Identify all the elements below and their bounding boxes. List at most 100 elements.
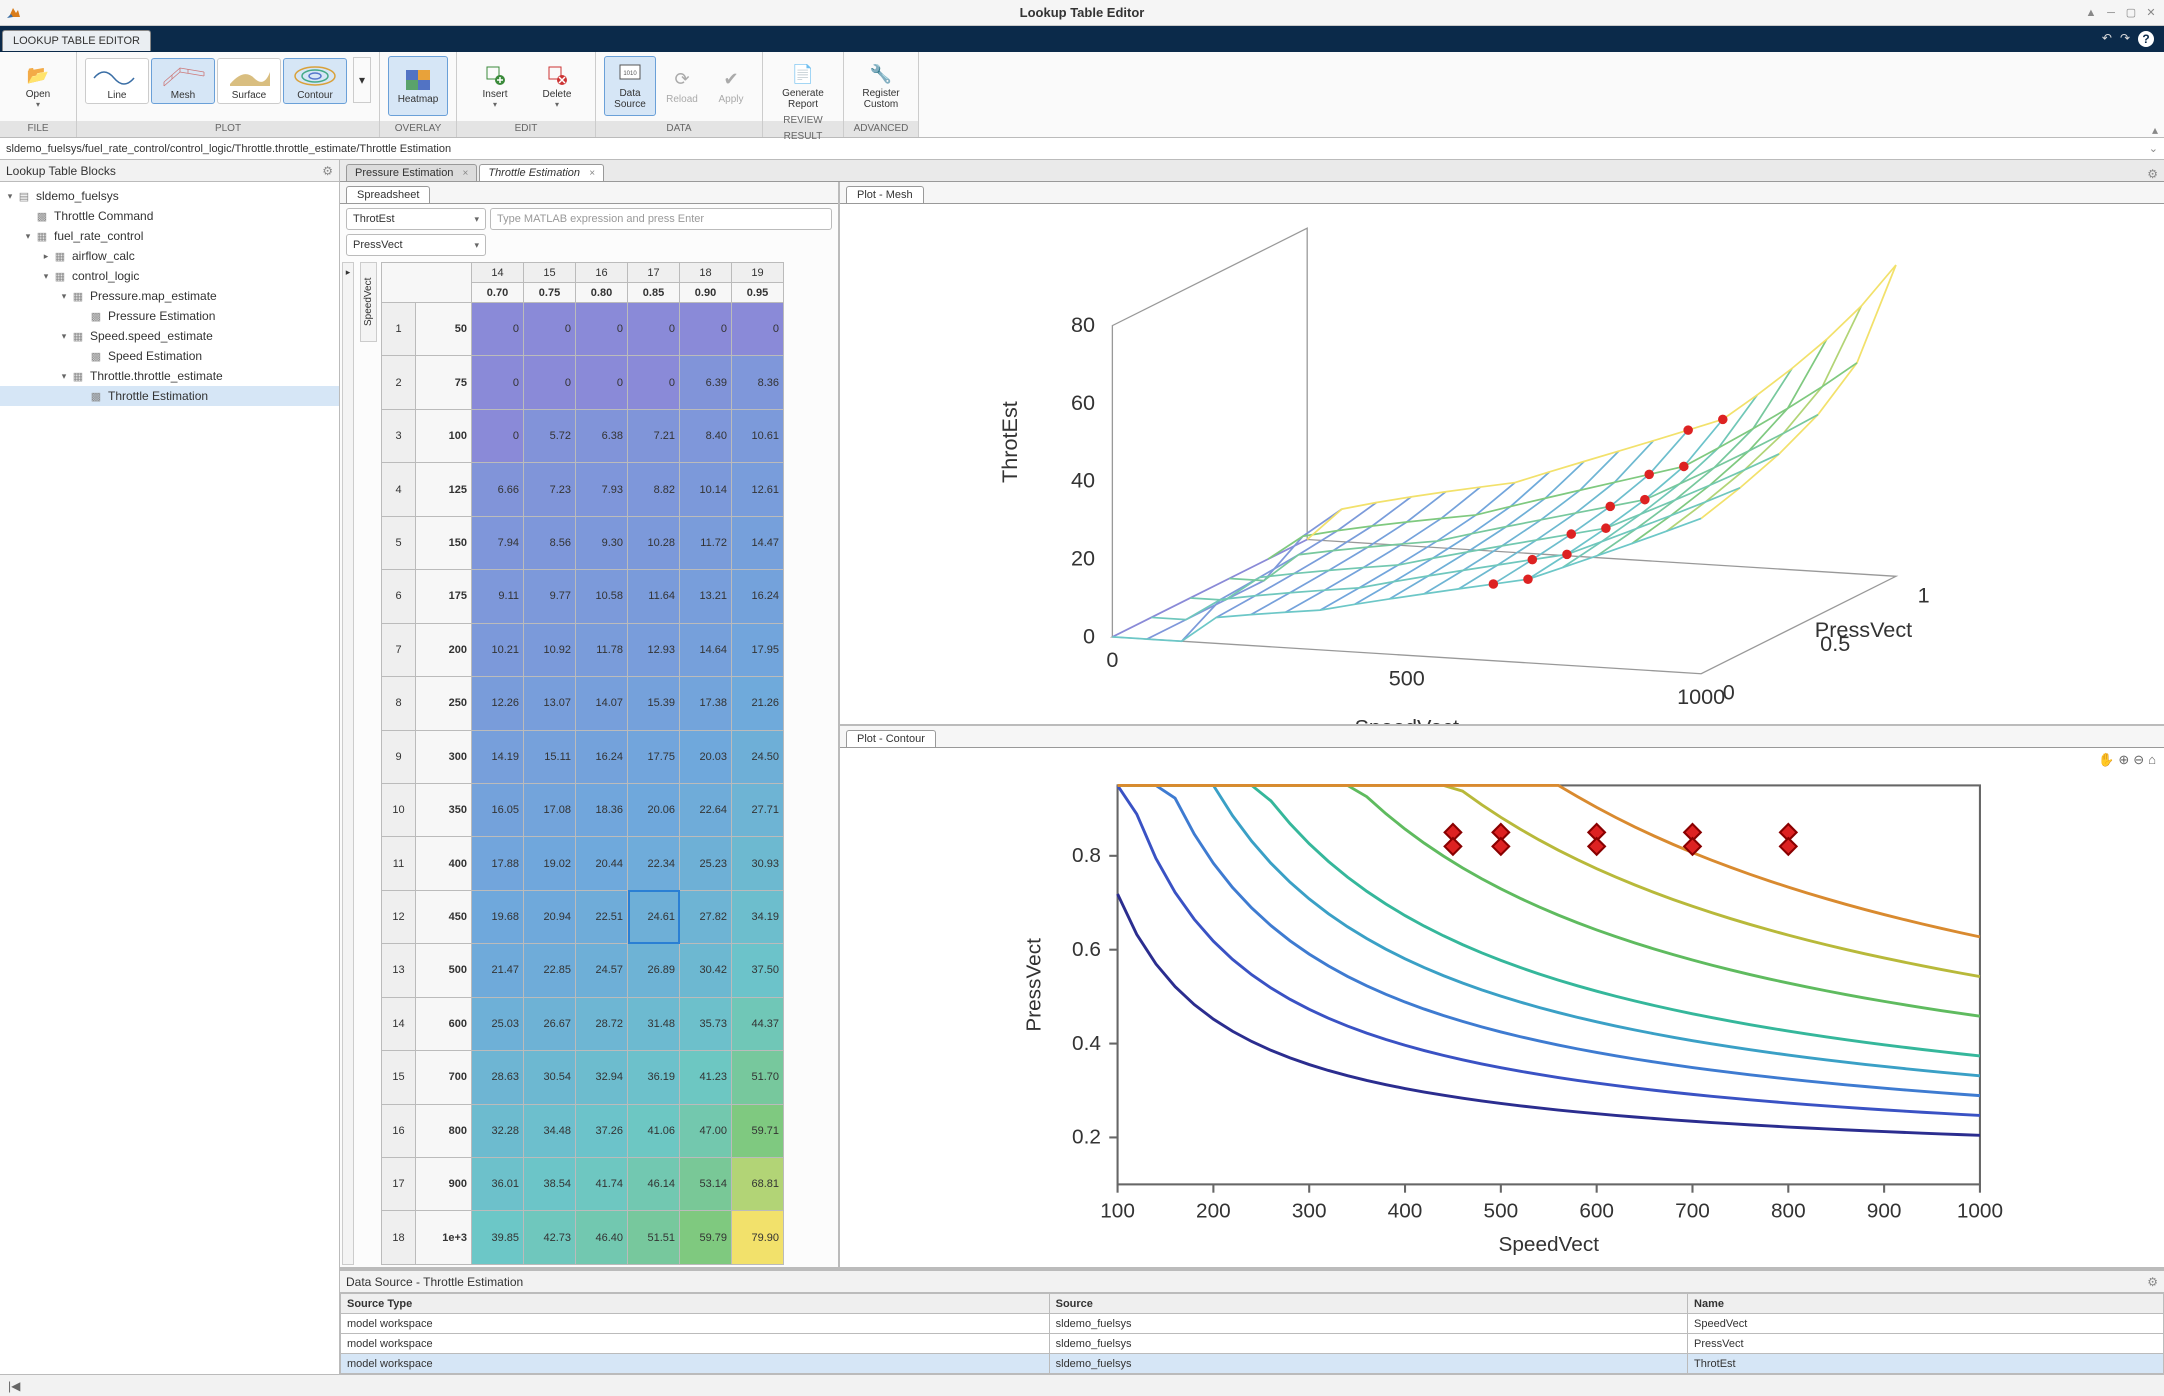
datasource-gear-icon[interactable]: ⚙: [2147, 1275, 2158, 1289]
spreadsheet-table[interactable]: 1415161718190.700.750.800.850.900.951500…: [381, 262, 784, 1265]
table-cell[interactable]: 14.07: [576, 677, 628, 730]
table-cell[interactable]: 19.68: [472, 890, 524, 943]
table-cell[interactable]: 21.47: [472, 944, 524, 997]
table-cell[interactable]: 26.89: [628, 944, 680, 997]
table-cell[interactable]: 28.63: [472, 1051, 524, 1104]
tree-item[interactable]: ▩Pressure Estimation: [0, 306, 339, 326]
table-cell[interactable]: 10.14: [680, 463, 732, 516]
statusbar-back-icon[interactable]: |◀: [8, 1379, 20, 1393]
table-cell[interactable]: 59.71: [732, 1104, 784, 1157]
redo-icon[interactable]: ↷: [2120, 31, 2130, 47]
table-cell[interactable]: 59.79: [680, 1211, 732, 1265]
twisty-icon[interactable]: ▾: [22, 231, 34, 242]
table-cell[interactable]: 34.19: [732, 890, 784, 943]
open-button[interactable]: 📂 Open ▾: [8, 56, 68, 116]
plot-mesh-button[interactable]: Mesh: [151, 58, 215, 104]
table-cell[interactable]: 17.95: [732, 623, 784, 676]
table-cell[interactable]: 10.21: [472, 623, 524, 676]
table-cell[interactable]: 0: [524, 356, 576, 409]
table-cell[interactable]: 25.03: [472, 997, 524, 1050]
table-cell[interactable]: 12.93: [628, 623, 680, 676]
tree-item[interactable]: ▾▦Speed.speed_estimate: [0, 326, 339, 346]
table-cell[interactable]: 47.00: [680, 1104, 732, 1157]
table-cell[interactable]: 16.05: [472, 783, 524, 836]
ribbon-tab-lookup[interactable]: LOOKUP TABLE EDITOR: [2, 30, 151, 51]
table-cell[interactable]: 0: [628, 303, 680, 356]
table-cell[interactable]: 35.73: [680, 997, 732, 1050]
table-cell[interactable]: 24.57: [576, 944, 628, 997]
table-cell[interactable]: 14.19: [472, 730, 524, 783]
zoom-out-icon[interactable]: ⊖: [2133, 752, 2144, 768]
model-path[interactable]: sldemo_fuelsys/fuel_rate_control/control…: [6, 143, 451, 155]
table-cell[interactable]: 28.72: [576, 997, 628, 1050]
table-cell[interactable]: 0: [576, 356, 628, 409]
bp1-label[interactable]: SpeedVect: [360, 262, 377, 342]
table-cell[interactable]: 0: [680, 303, 732, 356]
twisty-icon[interactable]: ▾: [58, 291, 70, 302]
table-cell[interactable]: 25.23: [680, 837, 732, 890]
table-cell[interactable]: 24.61: [628, 890, 680, 943]
window-minimize-icon[interactable]: ─: [2104, 6, 2118, 20]
plot-line-button[interactable]: Line: [85, 58, 149, 104]
table-row[interactable]: model workspacesldemo_fuelsysSpeedVect: [341, 1314, 2164, 1334]
close-icon[interactable]: ×: [463, 168, 469, 179]
table-cell[interactable]: 16.24: [576, 730, 628, 783]
table-cell[interactable]: 51.70: [732, 1051, 784, 1104]
table-cell[interactable]: 68.81: [732, 1158, 784, 1211]
table-cell[interactable]: 12.61: [732, 463, 784, 516]
table-cell[interactable]: 36.19: [628, 1051, 680, 1104]
table-cell[interactable]: 8.40: [680, 409, 732, 462]
table-row[interactable]: model workspacesldemo_fuelsysPressVect: [341, 1334, 2164, 1354]
table-cell[interactable]: 17.08: [524, 783, 576, 836]
plot-gallery-dropdown[interactable]: ▾: [353, 57, 371, 103]
table-cell[interactable]: 11.64: [628, 570, 680, 623]
data-source-button[interactable]: 1010 Data Source: [604, 56, 656, 116]
table-cell[interactable]: 41.23: [680, 1051, 732, 1104]
table-cell[interactable]: 17.38: [680, 677, 732, 730]
table-cell[interactable]: 9.30: [576, 516, 628, 569]
table-cell[interactable]: 6.38: [576, 409, 628, 462]
twisty-icon[interactable]: ▾: [58, 371, 70, 382]
table-cell[interactable]: 24.50: [732, 730, 784, 783]
twisty-icon[interactable]: ▾: [58, 331, 70, 342]
table-cell[interactable]: 10.61: [732, 409, 784, 462]
table-cell[interactable]: 8.82: [628, 463, 680, 516]
table-cell[interactable]: 37.26: [576, 1104, 628, 1157]
table-cell[interactable]: 17.88: [472, 837, 524, 890]
table-cell[interactable]: 20.03: [680, 730, 732, 783]
table-cell[interactable]: 5.72: [524, 409, 576, 462]
heatmap-button[interactable]: Heatmap: [388, 56, 448, 116]
table-row[interactable]: model workspacesldemo_fuelsysThrotEst: [341, 1354, 2164, 1374]
table-cell[interactable]: 8.56: [524, 516, 576, 569]
table-cell[interactable]: 6.39: [680, 356, 732, 409]
twisty-icon[interactable]: ▾: [40, 271, 52, 282]
mesh-plot-tab[interactable]: Plot - Mesh: [846, 186, 924, 203]
tree-item[interactable]: ▾▦control_logic: [0, 266, 339, 286]
tree-item[interactable]: ▾▦fuel_rate_control: [0, 226, 339, 246]
table-cell[interactable]: 13.07: [524, 677, 576, 730]
table-cell[interactable]: 22.51: [576, 890, 628, 943]
table-cell[interactable]: 22.85: [524, 944, 576, 997]
contour-plot-axes[interactable]: 10020030040050060070080090010000.20.40.6…: [840, 748, 2164, 1268]
table-cell[interactable]: 20.06: [628, 783, 680, 836]
table-cell[interactable]: 30.54: [524, 1051, 576, 1104]
table-cell[interactable]: 41.74: [576, 1158, 628, 1211]
table-cell[interactable]: 0: [576, 303, 628, 356]
apply-button[interactable]: ✔ Apply: [708, 56, 754, 116]
tree-item[interactable]: ▾▤sldemo_fuelsys: [0, 186, 339, 206]
table-cell[interactable]: 6.66: [472, 463, 524, 516]
table-cell[interactable]: 8.36: [732, 356, 784, 409]
tree-item[interactable]: ▩Throttle Command: [0, 206, 339, 226]
table-cell[interactable]: 7.23: [524, 463, 576, 516]
tree-item[interactable]: ▾▦Pressure.map_estimate: [0, 286, 339, 306]
table-cell[interactable]: 14.64: [680, 623, 732, 676]
spreadsheet-side-collapse[interactable]: ▸: [342, 262, 354, 1265]
table-cell[interactable]: 14.47: [732, 516, 784, 569]
plot-surface-button[interactable]: Surface: [217, 58, 281, 104]
delete-button[interactable]: Delete ▾: [527, 56, 587, 116]
tree-item[interactable]: ▩Speed Estimation: [0, 346, 339, 366]
tree[interactable]: ▾▤sldemo_fuelsys▩Throttle Command▾▦fuel_…: [0, 182, 339, 1374]
table-cell[interactable]: 19.02: [524, 837, 576, 890]
pathbar-collapse-icon[interactable]: ⌄: [2149, 142, 2158, 155]
table-cell[interactable]: 32.28: [472, 1104, 524, 1157]
